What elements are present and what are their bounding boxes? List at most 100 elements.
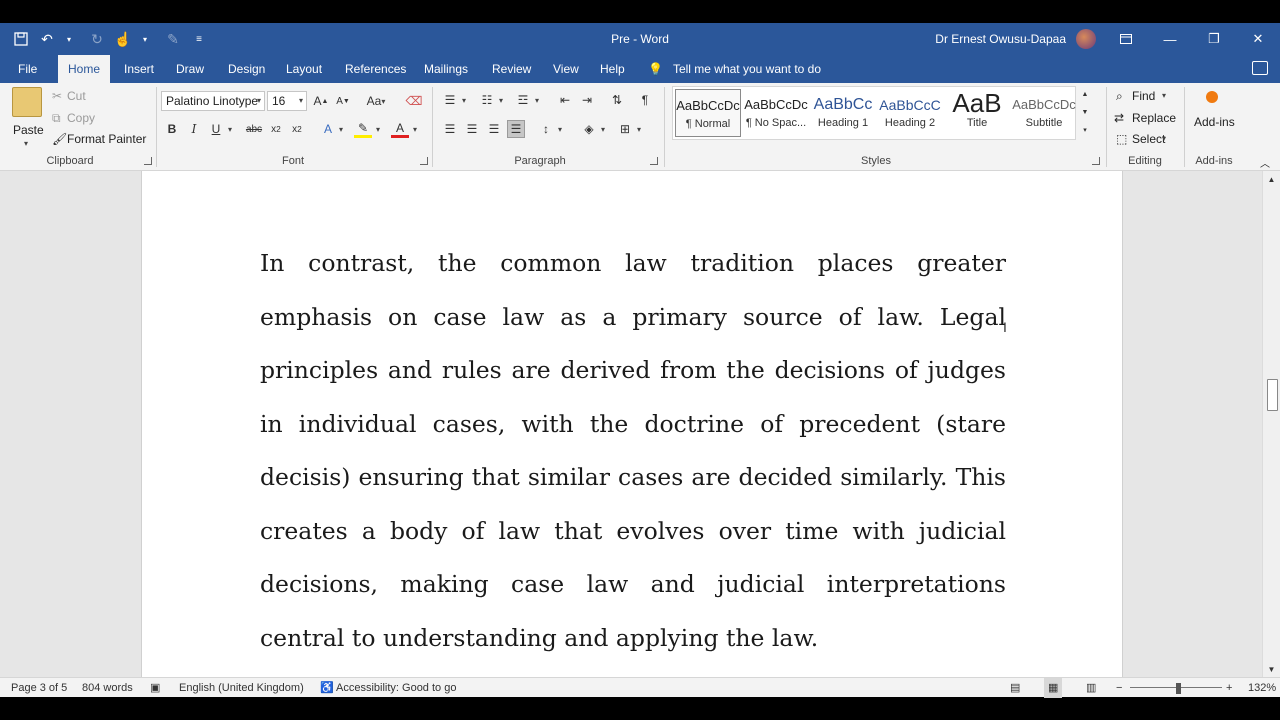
tell-me-box[interactable]: 💡 Tell me what you want to do <box>648 55 821 83</box>
scroll-thumb[interactable] <box>1267 379 1278 411</box>
zoom-level[interactable]: 132% <box>1248 678 1276 698</box>
style-title[interactable]: AaB Title <box>944 89 1010 137</box>
tab-mailings[interactable]: Mailings <box>414 55 478 83</box>
tab-draw[interactable]: Draw <box>166 55 214 83</box>
style-subtitle[interactable]: AaBbCcDc Subtitle <box>1011 89 1077 137</box>
body-paragraph[interactable]: In contrast, the common law tradition pl… <box>260 237 1006 665</box>
proofing-icon[interactable]: ▣ <box>150 678 160 698</box>
cut-button[interactable]: Cut <box>67 89 86 103</box>
text-effects-dropdown-icon[interactable]: ▾ <box>336 120 346 138</box>
comments-icon[interactable] <box>1252 61 1268 75</box>
styles-launcher-icon[interactable] <box>1092 157 1100 165</box>
borders-dropdown-icon[interactable]: ▾ <box>634 120 644 138</box>
undo-icon[interactable]: ↶ <box>36 28 58 50</box>
font-launcher-icon[interactable] <box>420 157 428 165</box>
increase-indent-icon[interactable]: ⇥ <box>578 91 596 109</box>
justify-icon[interactable]: ☰ <box>507 120 525 138</box>
restore-icon[interactable]: ❐ <box>1192 23 1236 55</box>
font-color-dropdown-icon[interactable]: ▾ <box>410 120 420 138</box>
highlight-icon[interactable]: ✎ <box>354 120 372 138</box>
clear-formatting-icon[interactable]: ⌫ <box>405 92 423 110</box>
text-effects-icon[interactable]: A <box>319 120 337 138</box>
align-right-icon[interactable]: ☰ <box>485 120 503 138</box>
account-name[interactable]: Dr Ernest Owusu-Dapaa <box>935 23 1066 55</box>
read-mode-icon[interactable]: ▤ <box>1010 678 1020 698</box>
addins-button[interactable]: Add-ins <box>1194 115 1235 129</box>
bullets-dropdown-icon[interactable]: ▾ <box>459 91 469 109</box>
superscript-icon[interactable]: x2 <box>288 120 306 138</box>
tab-insert[interactable]: Insert <box>114 55 164 83</box>
print-layout-icon[interactable]: ▦ <box>1044 678 1063 698</box>
decrease-indent-icon[interactable]: ⇤ <box>556 91 574 109</box>
multilevel-list-icon[interactable]: ☲ <box>514 91 532 109</box>
word-count[interactable]: 804 words <box>82 678 133 698</box>
paste-dropdown-icon[interactable]: ▾ <box>24 139 28 148</box>
borders-icon[interactable]: ⊞ <box>616 120 634 138</box>
grow-font-icon[interactable]: A ▲ <box>312 92 330 110</box>
align-left-icon[interactable]: ☰ <box>441 120 459 138</box>
numbering-dropdown-icon[interactable]: ▾ <box>496 91 506 109</box>
page-count[interactable]: Page 3 of 5 <box>11 678 67 698</box>
save-icon[interactable] <box>10 28 32 50</box>
pen-icon[interactable]: ✎ <box>162 28 184 50</box>
tab-review[interactable]: Review <box>482 55 541 83</box>
numbering-icon[interactable]: ☷ <box>478 91 496 109</box>
tab-references[interactable]: References <box>335 55 416 83</box>
undo-dropdown-icon[interactable]: ▾ <box>58 28 80 50</box>
style-heading-2[interactable]: AaBbCcC Heading 2 <box>877 89 943 137</box>
shading-dropdown-icon[interactable]: ▾ <box>598 120 608 138</box>
multilevel-dropdown-icon[interactable]: ▾ <box>532 91 542 109</box>
vertical-scrollbar[interactable]: ▲ ▼ <box>1262 171 1280 677</box>
web-layout-icon[interactable]: ▥ <box>1086 678 1096 698</box>
find-button[interactable]: Find <box>1132 89 1155 103</box>
format-painter-button[interactable]: Format Painter <box>67 132 146 146</box>
chevron-down-icon[interactable]: ▼ <box>1078 104 1092 120</box>
scroll-down-icon[interactable]: ▼ <box>1263 661 1280 677</box>
copy-button[interactable]: Copy <box>67 111 95 125</box>
tab-home[interactable]: Home <box>58 55 111 83</box>
avatar[interactable] <box>1076 29 1096 49</box>
zoom-out-icon[interactable]: − <box>1116 678 1122 698</box>
replace-button[interactable]: Replace <box>1132 111 1176 125</box>
subscript-icon[interactable]: x2 <box>267 120 285 138</box>
shading-icon[interactable]: ◈ <box>580 120 598 138</box>
touch-dropdown-icon[interactable]: ▾ <box>134 28 156 50</box>
bold-icon[interactable]: B <box>163 120 181 138</box>
accessibility-status[interactable]: Accessibility: Good to go <box>336 678 456 698</box>
language[interactable]: English (United Kingdom) <box>179 678 304 698</box>
zoom-in-icon[interactable]: + <box>1226 678 1232 698</box>
addins-icon[interactable] <box>1206 91 1218 103</box>
select-dropdown-icon[interactable]: ▾ <box>1162 134 1166 143</box>
tab-view[interactable]: View <box>543 55 589 83</box>
font-color-icon[interactable]: A <box>391 120 409 138</box>
chevron-up-icon[interactable]: ▲ <box>1078 86 1092 102</box>
change-case-button[interactable]: Aa ▾ <box>364 92 388 110</box>
tab-help[interactable]: Help <box>590 55 635 83</box>
tab-layout[interactable]: Layout <box>276 55 332 83</box>
tab-file[interactable]: File <box>8 55 47 83</box>
paragraph-launcher-icon[interactable] <box>650 157 658 165</box>
strikethrough-icon[interactable]: abc <box>245 120 263 138</box>
shrink-font-icon[interactable]: A ▼ <box>334 92 352 110</box>
show-formatting-icon[interactable]: ¶ <box>636 91 654 109</box>
tab-design[interactable]: Design <box>218 55 275 83</box>
find-dropdown-icon[interactable]: ▾ <box>1162 91 1166 100</box>
scroll-up-icon[interactable]: ▲ <box>1263 171 1280 187</box>
clipboard-launcher-icon[interactable] <box>144 157 152 165</box>
sort-icon[interactable]: ⇅ <box>608 91 626 109</box>
ribbon-display-icon[interactable] <box>1104 23 1148 55</box>
font-family-select[interactable]: Palatino Linotype ▾ <box>161 91 265 111</box>
highlight-dropdown-icon[interactable]: ▾ <box>373 120 383 138</box>
close-icon[interactable]: ✕ <box>1236 23 1280 55</box>
paste-icon[interactable] <box>12 87 42 117</box>
minimize-icon[interactable]: — <box>1148 23 1192 55</box>
underline-dropdown-icon[interactable]: ▾ <box>225 120 235 138</box>
line-spacing-dropdown-icon[interactable]: ▾ <box>555 120 565 138</box>
customize-qat-icon[interactable]: ≡ <box>188 28 210 50</box>
italic-icon[interactable]: I <box>185 120 203 138</box>
select-button[interactable]: Select <box>1132 132 1165 146</box>
paste-button[interactable]: Paste <box>13 123 44 137</box>
styles-more-icon[interactable]: ▾ <box>1078 122 1092 138</box>
redo-icon[interactable]: ↻ <box>86 28 108 50</box>
underline-icon[interactable]: U <box>207 120 225 138</box>
